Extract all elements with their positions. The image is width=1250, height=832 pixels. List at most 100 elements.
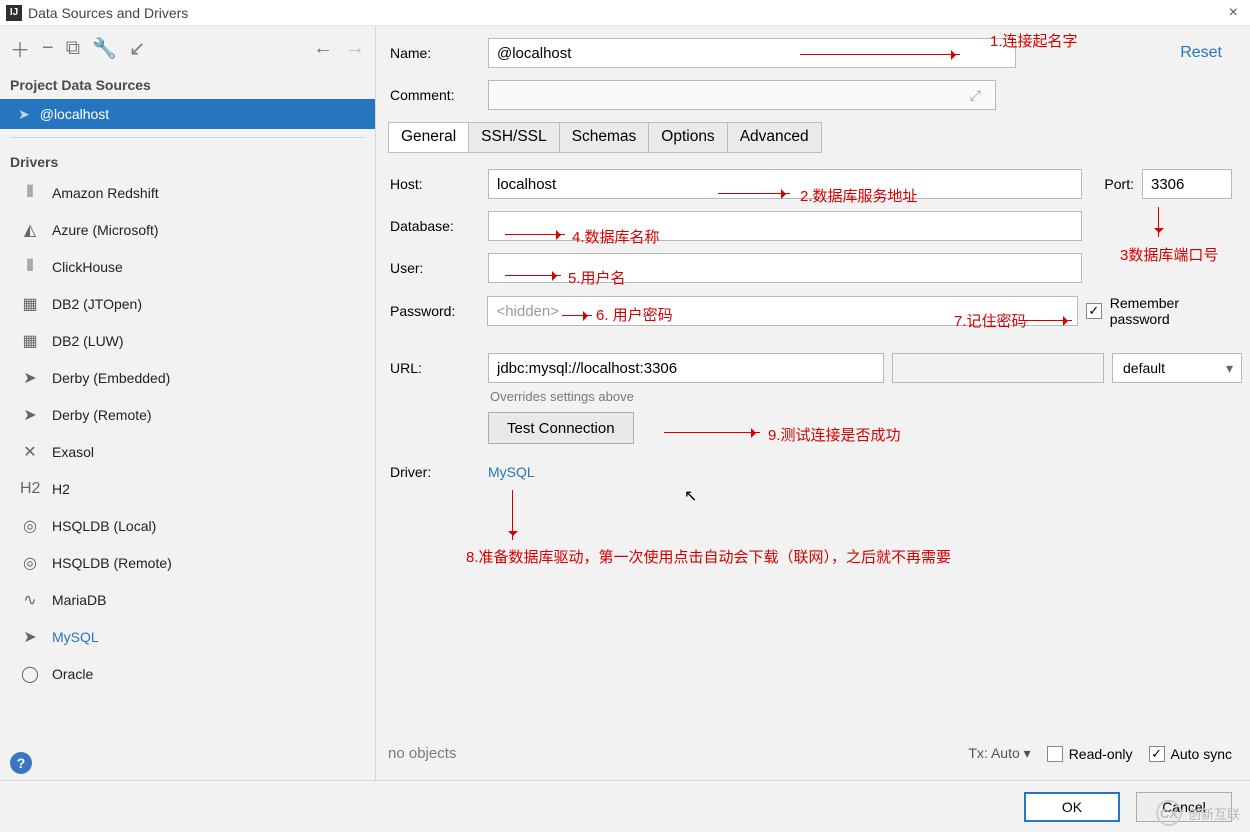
driver-item-derby-remote-[interactable]: ➤ Derby (Remote) <box>0 396 375 433</box>
close-icon[interactable]: × <box>1223 4 1244 22</box>
back-button[interactable]: ← <box>313 37 333 60</box>
driver-icon: ◎ <box>20 553 40 573</box>
watermark-icon: CX <box>1156 800 1182 826</box>
driver-label: MariaDB <box>52 592 106 608</box>
database-input[interactable] <box>488 211 1082 241</box>
import-icon[interactable]: ↙ <box>129 36 146 61</box>
project-data-sources-header: Project Data Sources <box>0 67 375 99</box>
datasource-item-selected[interactable]: ➤ @localhost <box>0 99 375 129</box>
url-mode-select[interactable]: default <box>1112 353 1242 383</box>
tab-advanced[interactable]: Advanced <box>728 123 821 152</box>
driver-item-mariadb[interactable]: ∿ MariaDB <box>0 581 375 618</box>
test-connection-button[interactable]: Test Connection <box>488 412 634 444</box>
window-title: Data Sources and Drivers <box>28 5 188 21</box>
label-url: URL: <box>390 360 480 376</box>
reset-link[interactable]: Reset <box>1180 44 1242 62</box>
driver-icon: H2 <box>20 480 40 498</box>
url-extra-input[interactable] <box>892 353 1104 383</box>
driver-icon: ➤ <box>20 368 40 388</box>
name-input[interactable] <box>488 38 1016 68</box>
driver-label: Azure (Microsoft) <box>52 222 159 238</box>
tab-general[interactable]: General <box>389 123 469 152</box>
label-database: Database: <box>390 218 480 234</box>
password-placeholder: <hidden> <box>496 303 559 320</box>
driver-label: H2 <box>52 481 70 497</box>
driver-label: Exasol <box>52 444 94 460</box>
driver-icon: ➤ <box>20 405 40 425</box>
driver-icon: ➤ <box>20 627 40 647</box>
datasource-label: @localhost <box>40 106 109 122</box>
label-name: Name: <box>390 45 480 61</box>
drivers-header: Drivers <box>0 146 375 174</box>
driver-label: ClickHouse <box>52 259 123 275</box>
driver-item-mysql[interactable]: ➤MySQL <box>0 618 375 655</box>
label-host: Host: <box>390 176 480 192</box>
label-driver: Driver: <box>390 464 480 480</box>
tab-options[interactable]: Options <box>649 123 727 152</box>
driver-icon: ✕ <box>20 442 40 462</box>
driver-item-azure-microsoft-[interactable]: ◭ Azure (Microsoft) <box>0 211 375 248</box>
driver-link[interactable]: MySQL <box>488 464 535 480</box>
title-bar: IJ Data Sources and Drivers × <box>0 0 1250 26</box>
expand-icon[interactable]: ⤢ <box>970 87 989 104</box>
driver-icon: ▦ <box>20 294 40 314</box>
host-input[interactable] <box>488 169 1082 199</box>
autosync-checkbox[interactable] <box>1149 746 1165 762</box>
label-port: Port: <box>1090 176 1134 192</box>
driver-item-db2-luw-[interactable]: ▦ DB2 (LUW) <box>0 322 375 359</box>
remember-password-checkbox[interactable] <box>1086 303 1102 319</box>
user-input[interactable] <box>488 253 1082 283</box>
driver-icon: ∿ <box>20 590 40 610</box>
watermark: CX 创新互联 <box>1156 800 1240 826</box>
tab-ssh-ssl[interactable]: SSH/SSL <box>469 123 559 152</box>
label-comment: Comment: <box>390 87 480 103</box>
driver-label: DB2 (JTOpen) <box>52 296 142 312</box>
driver-icon: ⦀ <box>20 184 40 202</box>
driver-item-hsqldb-remote-[interactable]: ◎ HSQLDB (Remote) <box>0 544 375 581</box>
remove-button[interactable]: − <box>42 37 54 60</box>
sidebar-toolbar: ＋ − ⧉ 🔧 ↙ ← → <box>0 26 375 67</box>
driver-item-clickhouse[interactable]: ⦀ClickHouse <box>0 248 375 285</box>
driver-item-h2[interactable]: H2 H2 <box>0 470 375 507</box>
driver-item-exasol[interactable]: ✕ Exasol <box>0 433 375 470</box>
driver-label: DB2 (LUW) <box>52 333 124 349</box>
driver-icon: ◯ <box>20 664 40 684</box>
driver-icon: ▦ <box>20 331 40 351</box>
app-icon: IJ <box>6 5 22 21</box>
copy-button[interactable]: ⧉ <box>66 37 80 60</box>
port-input[interactable] <box>1142 169 1232 199</box>
driver-item-amazon-redshift[interactable]: ⦀ Amazon Redshift <box>0 174 375 211</box>
wrench-icon[interactable]: 🔧 <box>92 36 117 61</box>
password-input[interactable]: <hidden> <box>487 296 1077 326</box>
ok-button[interactable]: OK <box>1024 792 1120 822</box>
label-user: User: <box>390 260 480 276</box>
forward-button[interactable]: → <box>345 37 365 60</box>
readonly-checkbox[interactable] <box>1047 746 1063 762</box>
driver-item-db2-jtopen-[interactable]: ▦ DB2 (JTOpen) <box>0 285 375 322</box>
drivers-list: ⦀ Amazon Redshift ◭ Azure (Microsoft) ⦀Click… <box>0 174 375 744</box>
remember-password-label: Remember password <box>1110 295 1242 327</box>
readonly-label: Read-only <box>1069 746 1133 762</box>
driver-icon: ◭ <box>20 220 40 240</box>
tab-schemas[interactable]: Schemas <box>560 123 650 152</box>
autosync-option[interactable]: Auto sync <box>1149 746 1232 762</box>
tx-label: Tx: Auto ▾ <box>968 745 1030 762</box>
driver-label: Derby (Remote) <box>52 407 152 423</box>
driver-label: Amazon Redshift <box>52 185 159 201</box>
comment-input[interactable]: ⤢ <box>488 80 996 110</box>
readonly-option[interactable]: Read-only <box>1047 746 1133 762</box>
driver-label: Derby (Embedded) <box>52 370 170 386</box>
no-objects-label: no objects <box>388 745 456 762</box>
url-input[interactable] <box>488 353 884 383</box>
driver-item-oracle[interactable]: ◯Oracle <box>0 655 375 692</box>
driver-item-hsqldb-local-[interactable]: ◎HSQLDB (Local) <box>0 507 375 544</box>
divider <box>10 137 365 138</box>
help-button[interactable]: ? <box>10 752 32 774</box>
dialog-footer: OK Cancel CX 创新互联 <box>0 780 1250 832</box>
tabs: General SSH/SSL Schemas Options Advanced <box>388 122 822 153</box>
mysql-datasource-icon: ➤ <box>18 106 30 123</box>
driver-item-derby-embedded-[interactable]: ➤ Derby (Embedded) <box>0 359 375 396</box>
add-button[interactable]: ＋ <box>10 34 30 63</box>
driver-label: HSQLDB (Local) <box>52 518 156 534</box>
driver-label: HSQLDB (Remote) <box>52 555 172 571</box>
